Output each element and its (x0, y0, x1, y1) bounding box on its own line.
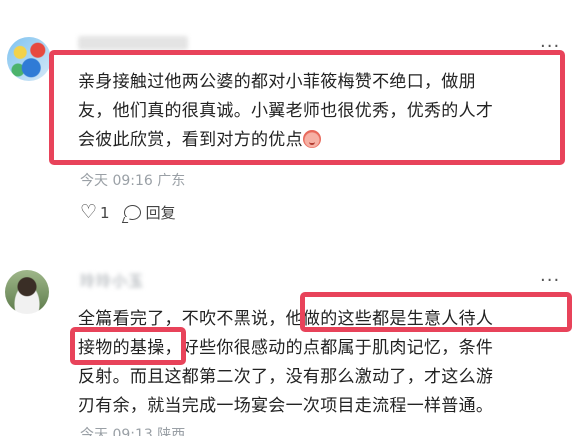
heart-icon[interactable]: ♡ (80, 203, 97, 222)
location: 广东 (157, 173, 186, 189)
divider (0, 248, 585, 249)
comment-body: 亲身接触过他两公婆的都对小菲筱梅赞不绝口，做朋 友，他们真的很真诚。小翼老师也很… (78, 68, 558, 155)
comment-line: 接物的基操，好些你很感动的点都属于肌肉记忆，条件 (78, 338, 494, 358)
comment-actions: ♡ 1 回复 (80, 202, 176, 223)
comment-line: 会彼此欣赏，看到对方的优点 (78, 126, 558, 155)
timestamp: 今天 09:16 (80, 173, 153, 189)
comment-thread: ··· 亲身接触过他两公婆的都对小菲筱梅赞不绝口，做朋 友，他们真的很真诚。小翼… (0, 0, 585, 436)
reply-bubble-icon[interactable] (123, 205, 141, 220)
more-options-icon[interactable]: ··· (540, 36, 560, 57)
timestamp: 今天 09:13 (80, 427, 153, 436)
username-blurred[interactable]: 玲玲小玉 (80, 270, 144, 291)
comment-line: 刃有余，就当完成一场宴会一次项目走流程一样普通。 (78, 396, 494, 416)
comment-line: 全篇看完了，不吹不黑说，他做的这些都是生意人待人 (78, 309, 494, 329)
more-options-icon[interactable]: ··· (540, 270, 560, 291)
like-count[interactable]: 1 (100, 204, 110, 222)
comment-line: 友，他们真的很真诚。小翼老师也很优秀，优秀的人才 (78, 101, 494, 121)
avatar[interactable] (7, 37, 51, 81)
comment-meta: 今天 09:13 陕西 (80, 424, 185, 436)
location: 陕西 (157, 427, 186, 436)
reply-button[interactable]: 回复 (146, 202, 176, 223)
username-blurred[interactable] (78, 36, 188, 50)
baby-face-emoji-icon (302, 130, 321, 148)
comment-line: 亲身接触过他两公婆的都对小菲筱梅赞不绝口，做朋 (78, 72, 476, 92)
comment-line: 反射。而且这都第二次了，没有那么激动了，才这么游 (78, 367, 494, 387)
comment-meta: 今天 09:16 广东 (80, 170, 185, 190)
comment-body: 全篇看完了，不吹不黑说，他做的这些都是生意人待人 接物的基操，好些你很感动的点都… (78, 305, 558, 421)
avatar[interactable] (5, 270, 49, 314)
